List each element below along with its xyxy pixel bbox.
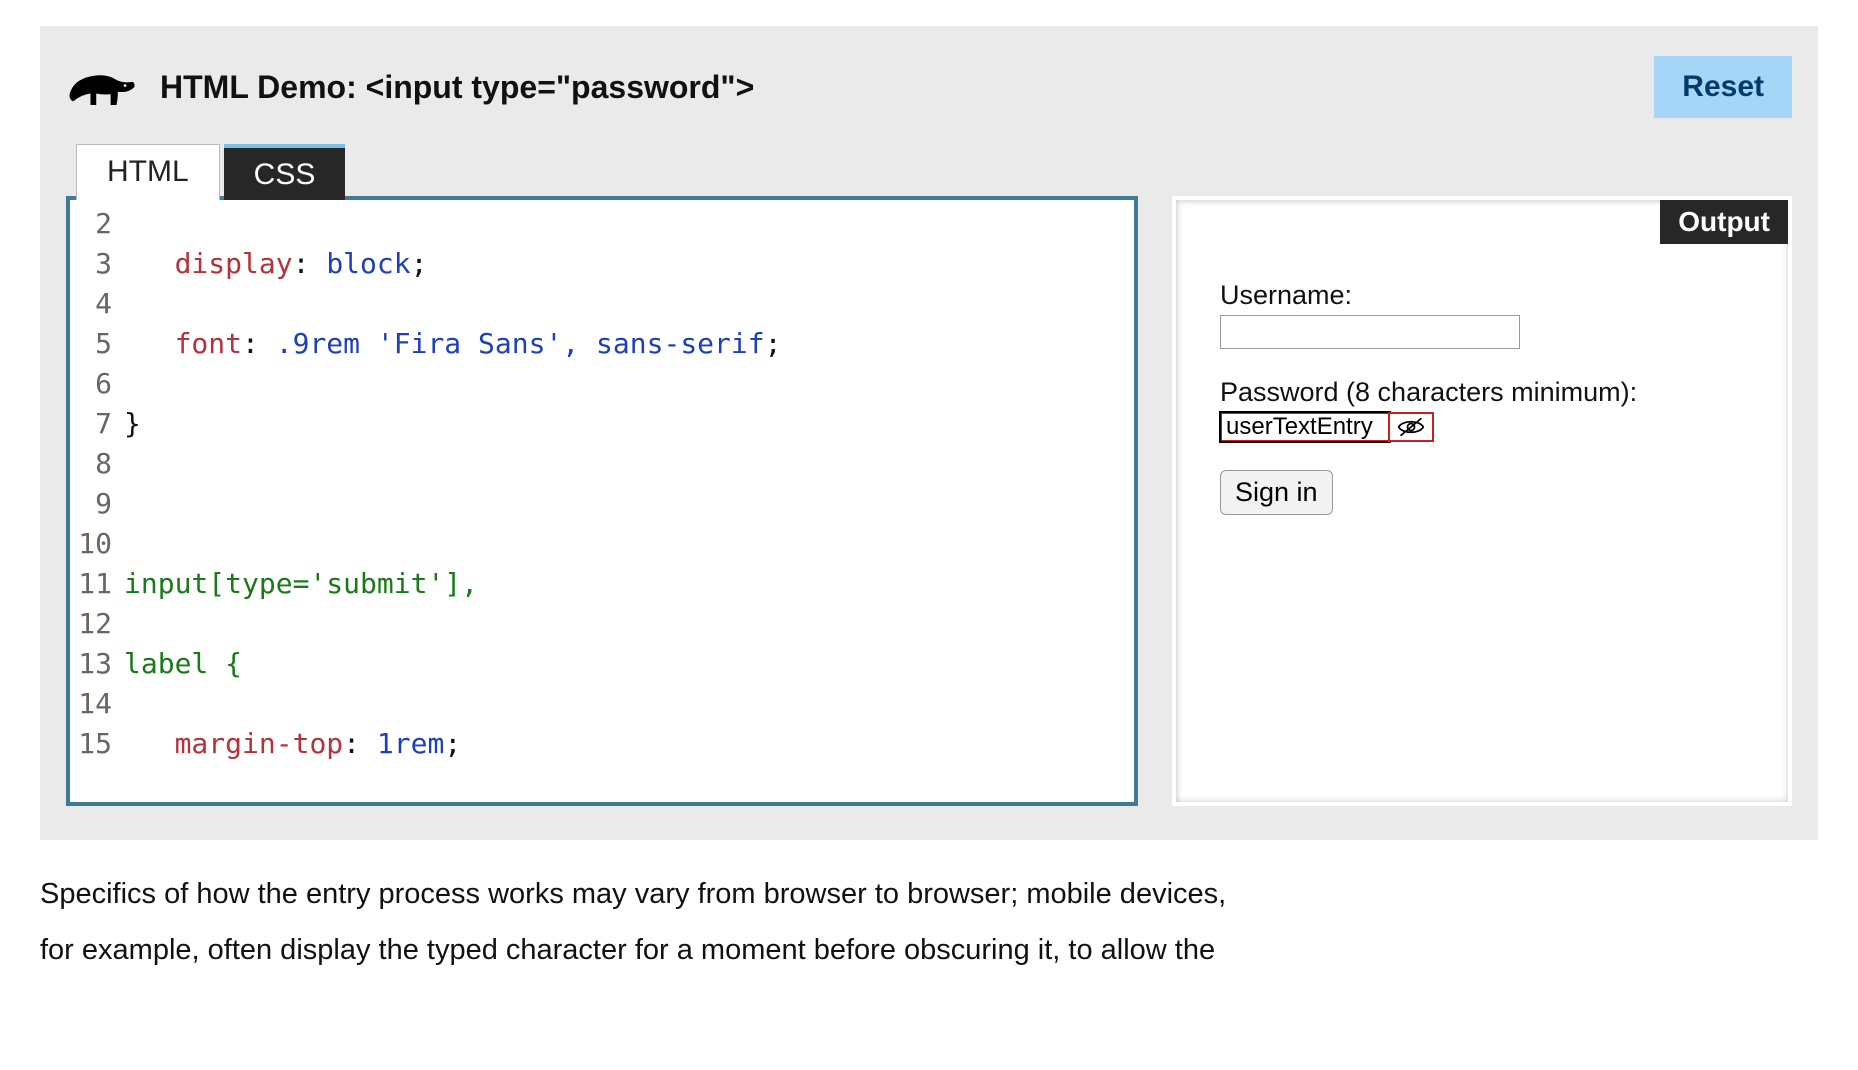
line-num: 14: [70, 684, 112, 724]
line-num: 6: [70, 364, 112, 404]
line-num: 11: [70, 564, 112, 604]
tok: font: [175, 327, 242, 360]
tok: display: [175, 247, 293, 280]
text-line: Specifics of how the entry process works…: [40, 878, 1226, 910]
signin-button[interactable]: Sign in: [1220, 470, 1333, 515]
password-input[interactable]: [1220, 412, 1390, 442]
line-num: 15: [70, 724, 112, 764]
demo-title: HTML Demo: <input type="password">: [160, 69, 754, 106]
tok: .9rem 'Fira Sans', sans-serif: [276, 327, 765, 360]
line-num: 7: [70, 404, 112, 444]
code-editor[interactable]: 2 3 4 5 6 7 8 9 10 11 12 13 14 15: [66, 196, 1138, 806]
line-num: 13: [70, 644, 112, 684]
line-num: 3: [70, 244, 112, 284]
line-num: 4: [70, 284, 112, 324]
code-content[interactable]: display: block; font: .9rem 'Fira Sans',…: [120, 200, 1134, 802]
tok: input[type='submit'],: [124, 567, 478, 600]
line-num: 5: [70, 324, 112, 364]
line-gutter: 2 3 4 5 6 7 8 9 10 11 12 13 14 15: [70, 200, 120, 802]
line-num: 2: [70, 204, 112, 244]
tab-html[interactable]: HTML: [76, 144, 220, 200]
username-input[interactable]: [1220, 315, 1520, 349]
text-line: for example, often display the typed cha…: [40, 934, 1215, 966]
password-label: Password (8 characters minimum):: [1220, 377, 1788, 408]
line-num: 10: [70, 524, 112, 564]
demo-panel: HTML Demo: <input type="password"> Reset…: [40, 26, 1818, 840]
line-num: 9: [70, 484, 112, 524]
mdn-dino-icon: [66, 59, 138, 115]
tok: margin-top: [175, 727, 344, 760]
password-reveal-icon[interactable]: [1388, 412, 1434, 442]
output-badge: Output: [1660, 200, 1788, 244]
tab-css[interactable]: CSS: [224, 144, 346, 200]
demo-header: HTML Demo: <input type="password"> Reset: [66, 56, 1792, 144]
tok: 1rem: [377, 727, 444, 760]
tok: block: [326, 247, 410, 280]
line-num: 12: [70, 604, 112, 644]
article-paragraph: Specifics of how the entry process works…: [40, 866, 1818, 978]
tab-css-label: CSS: [254, 158, 316, 191]
tab-row: HTML CSS: [66, 144, 1792, 200]
username-label: Username:: [1220, 280, 1788, 311]
output-panel: Output Username: Password (8 characters …: [1172, 196, 1792, 806]
reset-button[interactable]: Reset: [1654, 56, 1792, 118]
tok: label {: [124, 647, 242, 680]
line-num: 8: [70, 444, 112, 484]
